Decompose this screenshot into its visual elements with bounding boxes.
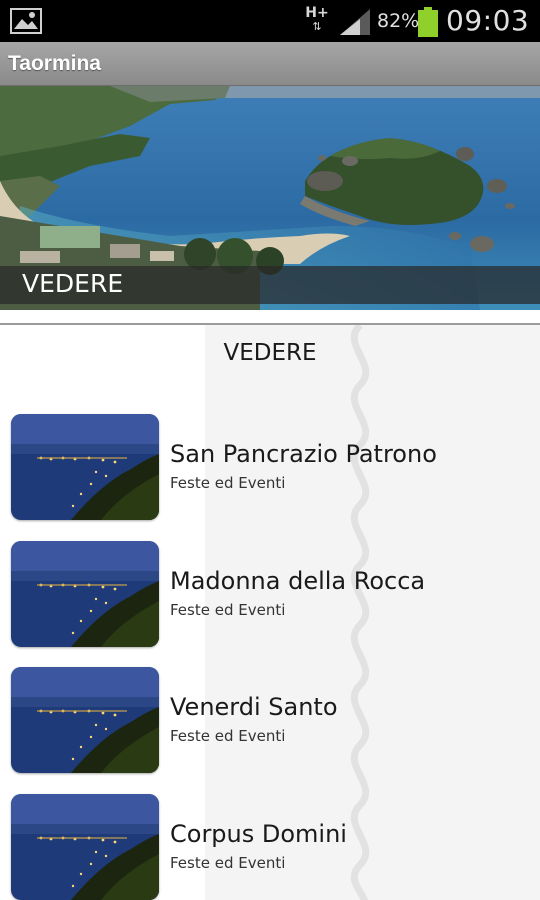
clock: 09:03 [446, 4, 530, 37]
network-type-indicator: H+ ⇅ [305, 6, 329, 34]
list-item-title: Venerdi Santo [170, 693, 338, 721]
hero-banner[interactable]: VEDERE [0, 86, 540, 310]
battery-icon [418, 7, 438, 37]
list-item-thumbnail [11, 541, 159, 647]
list-item-subtitle: Feste ed Eventi [170, 474, 286, 492]
app-bar: Taormina [0, 42, 540, 86]
list-item-thumbnail [11, 794, 159, 900]
list-item-title: Corpus Domini [170, 820, 347, 848]
app-title: Taormina [8, 52, 101, 75]
night-coast-image [11, 794, 159, 900]
list-item-subtitle: Feste ed Eventi [170, 601, 286, 619]
network-arrows-icon: ⇅ [312, 20, 322, 33]
signal-strength-icon [340, 9, 370, 35]
hero-caption-label: VEDERE [22, 269, 124, 298]
picture-notification-icon [10, 8, 42, 34]
list-item[interactable]: Corpus Domini Feste ed Eventi [0, 780, 540, 900]
list-item[interactable]: Venerdi Santo Feste ed Eventi [0, 653, 540, 773]
status-bar: H+ ⇅ 82% 09:03 [0, 0, 540, 42]
night-coast-image [11, 414, 159, 520]
night-coast-image [11, 541, 159, 647]
list-item-title: San Pancrazio Patrono [170, 440, 437, 468]
list-item[interactable]: San Pancrazio Patrono Feste ed Eventi [0, 400, 540, 520]
network-type-label: H+ [305, 5, 329, 21]
hero-caption-bar: VEDERE [0, 266, 540, 304]
list-item-subtitle: Feste ed Eventi [170, 727, 286, 745]
section-title: VEDERE [223, 340, 317, 366]
night-coast-image [11, 667, 159, 773]
battery-percent: 82% [377, 10, 420, 32]
list-item-thumbnail [11, 414, 159, 520]
list-item-title: Madonna della Rocca [170, 567, 426, 595]
list-item[interactable]: Madonna della Rocca Feste ed Eventi [0, 527, 540, 647]
list-item-subtitle: Feste ed Eventi [170, 854, 286, 872]
list-item-thumbnail [11, 667, 159, 773]
